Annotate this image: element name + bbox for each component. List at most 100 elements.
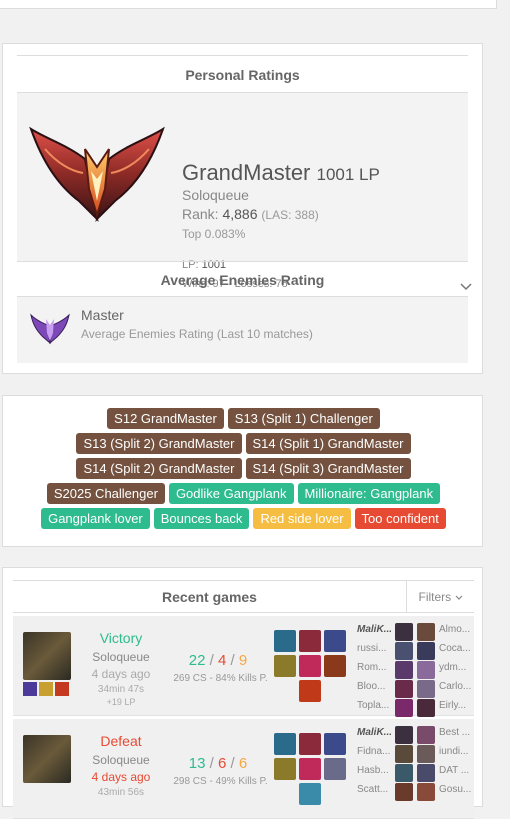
profile-tag[interactable]: Gangplank lover <box>41 508 150 529</box>
item-icon <box>274 733 296 755</box>
enemy-player[interactable]: Eirly... <box>439 700 473 711</box>
team-player[interactable]: MaliK... <box>357 624 391 635</box>
tags-card: S12 GrandMaster S13 (Split 1) Challenger S… <box>2 395 483 547</box>
top-bar <box>0 0 497 9</box>
assists: 6 <box>238 755 248 772</box>
game-ago: 4 days ago <box>91 667 151 681</box>
item-icon <box>299 758 321 780</box>
recent-games-header: Recent games Filters <box>13 580 474 613</box>
enemy-player[interactable]: ydm... <box>439 662 473 673</box>
profile-tag[interactable]: S14 (Split 1) GrandMaster <box>245 433 411 454</box>
profile-tag[interactable]: S13 (Split 2) GrandMaster <box>76 433 242 454</box>
tag-row: S13 (Split 2) GrandMaster S14 (Split 1) G… <box>3 433 484 454</box>
profile-tag[interactable]: S12 GrandMaster <box>107 408 224 429</box>
game-kda: 22 / 4 / 9 <box>188 652 248 669</box>
tag-row: Gangplank lover Bounces back Red side love… <box>3 508 484 529</box>
enemy-player[interactable]: iundi... <box>439 746 473 757</box>
game-kda: 13 / 6 / 6 <box>188 755 248 772</box>
player-champion-icon <box>417 745 435 763</box>
player-champion-icon <box>395 623 413 641</box>
tag-row: S12 GrandMaster S13 (Split 1) Challenger <box>3 408 484 429</box>
team-player[interactable]: Scatt... <box>357 784 391 795</box>
top-percent: Top 0.083% <box>182 227 246 241</box>
recent-games-title: Recent games <box>162 589 257 605</box>
player-champion-icon <box>417 642 435 660</box>
profile-tag[interactable]: S14 (Split 2) GrandMaster <box>76 458 242 479</box>
player-champion-icon <box>417 764 435 782</box>
kills: 13 <box>188 755 206 772</box>
team-player[interactable]: MaliK... <box>357 727 391 738</box>
player-champion-icon <box>395 661 413 679</box>
game-duration: 43min 56s <box>97 787 145 798</box>
personal-ratings-title: Personal Ratings <box>17 55 468 93</box>
item-icon <box>274 630 296 652</box>
filters-label: Filters <box>418 590 452 604</box>
enemy-player[interactable]: Best ... <box>439 727 473 738</box>
profile-tag[interactable]: Bounces back <box>153 508 250 529</box>
game-duration: 34min 47s <box>97 684 145 695</box>
team-player[interactable]: Rom... <box>357 662 391 673</box>
player-champion-icon <box>395 745 413 763</box>
game-result: Defeat <box>100 733 142 749</box>
game-ago: 4 days ago <box>91 770 151 784</box>
player-champion-icon <box>417 783 435 801</box>
chevron-down-icon <box>455 595 462 600</box>
player-champion-icon <box>395 642 413 660</box>
game-cs: 269 CS - 84% Kills P. <box>173 673 268 684</box>
profile-tag[interactable]: S2025 Challenger <box>46 483 165 504</box>
enemy-player[interactable]: Almo... <box>439 624 473 635</box>
rank-las: (LAS: 388) <box>261 208 319 222</box>
game-row[interactable]: Victory Soloqueue 4 days ago 34min 47s +… <box>13 616 474 717</box>
player-champion-icon <box>417 661 435 679</box>
profile-tag[interactable]: S13 (Split 1) Challenger <box>227 408 380 429</box>
average-rating-panel: Master Average Enemies Rating (Last 10 m… <box>17 297 468 363</box>
item-icon <box>324 733 346 755</box>
summoner-spell-icon <box>23 682 37 696</box>
rank-line: Rank: 4,886 (LAS: 388) <box>182 206 319 222</box>
game-row[interactable]: Defeat Soloqueue 4 days ago 43min 56s 13… <box>13 719 474 819</box>
kills: 22 <box>188 652 206 669</box>
enemy-player[interactable]: DAT ... <box>439 765 473 776</box>
grandmaster-emblem-icon <box>29 126 165 223</box>
master-emblem-icon <box>30 313 70 345</box>
tier-lp: 1001 LP <box>316 165 380 184</box>
champion-icon <box>23 632 71 680</box>
player-champion-icon <box>395 699 413 717</box>
average-description: Average Enemies Rating (Last 10 matches) <box>81 327 313 341</box>
item-icon <box>299 733 321 755</box>
profile-tag[interactable]: Red side lover <box>253 508 351 529</box>
item-icon <box>274 758 296 780</box>
profile-tag[interactable]: Too confident <box>354 508 446 529</box>
item-icon <box>299 783 321 805</box>
item-icon <box>299 680 321 702</box>
item-icon <box>324 655 346 677</box>
team-player[interactable]: Bloo... <box>357 681 391 692</box>
tier-name: GrandMaster 1001 LP <box>182 160 380 186</box>
player-champion-icon <box>395 680 413 698</box>
enemy-player[interactable]: Carlo... <box>439 681 473 692</box>
team-player[interactable]: Fidna... <box>357 746 391 757</box>
average-rating-title: Average Enemies Rating <box>17 261 468 297</box>
enemy-player[interactable]: Gosu... <box>439 784 473 795</box>
personal-ratings-card: Personal Ratings GrandMaster 1001 LP Sol… <box>2 43 483 374</box>
profile-tag[interactable]: Godlike Gangplank <box>168 483 294 504</box>
assists: 9 <box>238 652 248 669</box>
rune-icon <box>55 682 69 696</box>
item-icon <box>324 758 346 780</box>
game-result: Victory <box>99 630 143 646</box>
item-icon <box>324 630 346 652</box>
player-champion-icon <box>395 783 413 801</box>
rating-panel[interactable]: GrandMaster 1001 LP Soloqueue Rank: 4,88… <box>17 93 472 291</box>
profile-tag[interactable]: S14 (Split 3) GrandMaster <box>245 458 411 479</box>
filters-button[interactable]: Filters <box>406 581 474 613</box>
team-player[interactable]: Topla... <box>357 700 391 711</box>
tags-container: S12 GrandMaster S13 (Split 1) Challenger S… <box>3 408 484 533</box>
player-champion-icon <box>417 699 435 717</box>
team-player[interactable]: russi... <box>357 643 391 654</box>
profile-tag[interactable]: Millionaire: Gangplank <box>297 483 441 504</box>
average-tier: Master <box>81 307 124 323</box>
item-icon <box>274 655 296 677</box>
enemy-player[interactable]: Coca... <box>439 643 473 654</box>
player-champion-icon <box>395 764 413 782</box>
team-player[interactable]: Hasb... <box>357 765 391 776</box>
